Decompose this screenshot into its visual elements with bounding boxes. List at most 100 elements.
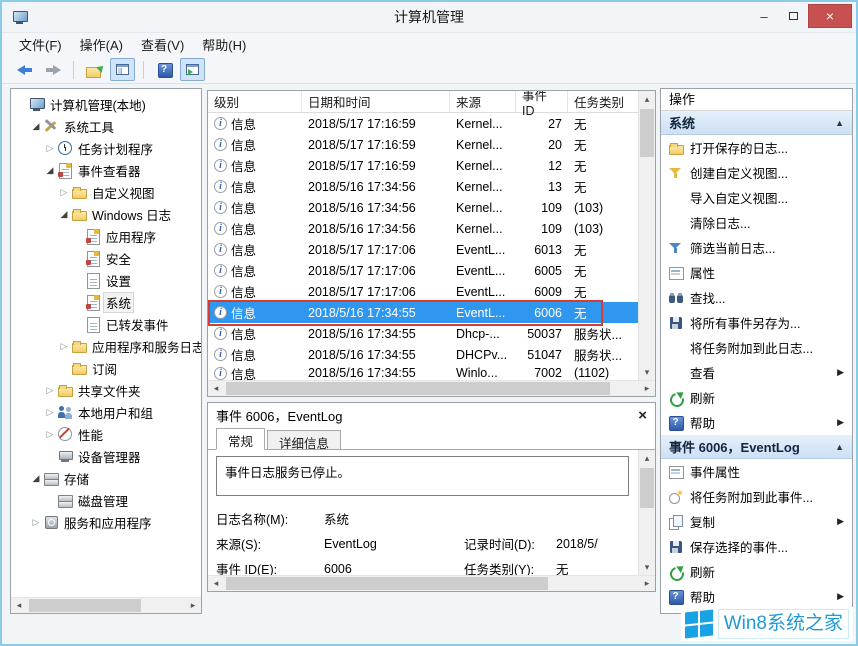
action-item[interactable]: 创建自定义视图...: [661, 160, 852, 185]
event-row[interactable]: 信息 2018/5/17 17:16:59 Kernel... 20 无: [208, 134, 638, 155]
detail-vertical-scrollbar[interactable]: ▴ ▾: [638, 450, 655, 575]
close-button[interactable]: ×: [808, 4, 852, 28]
tree-expander-icon[interactable]: ◢: [57, 207, 71, 221]
event-row[interactable]: 信息 2018/5/16 17:34:55 EventL... 6006 无: [208, 302, 638, 323]
action-item[interactable]: 事件属性: [661, 459, 852, 484]
event-row[interactable]: 信息 2018/5/17 17:17:06 EventL... 6005 无: [208, 260, 638, 281]
show-action-pane-button[interactable]: [180, 58, 205, 81]
show-console-tree-button[interactable]: [110, 58, 135, 81]
event-row[interactable]: 信息 2018/5/16 17:34:55 Dhcp-... 50037 服务状…: [208, 323, 638, 344]
tree-expander-icon[interactable]: ▷: [29, 515, 43, 529]
tree-item[interactable]: ▷ 本地用户和组: [11, 401, 201, 423]
event-row[interactable]: 信息 2018/5/16 17:34:55 DHCPv... 51047 服务状…: [208, 344, 638, 365]
tree-expander-icon[interactable]: ▷: [57, 185, 71, 199]
action-item[interactable]: 查看 ▶: [661, 360, 852, 385]
column-header[interactable]: 任务类别: [568, 91, 638, 112]
event-row[interactable]: 信息 2018/5/17 17:16:59 Kernel... 12 无: [208, 155, 638, 176]
tree-item[interactable]: ◢ 事件查看器: [11, 159, 201, 181]
action-item[interactable]: 刷新: [661, 559, 852, 584]
tree-horizontal-scrollbar[interactable]: ◂ ▸: [11, 597, 201, 613]
tab-details[interactable]: 详细信息: [267, 430, 341, 450]
export-list-button[interactable]: [82, 58, 107, 81]
menu-item[interactable]: 文件(F): [10, 32, 71, 57]
scrollbar-thumb[interactable]: [640, 468, 654, 508]
tree-expander-icon[interactable]: ▷: [43, 383, 57, 397]
scroll-up-icon[interactable]: ▴: [639, 91, 655, 107]
detail-close-icon[interactable]: ×: [638, 408, 647, 423]
event-row[interactable]: 信息 2018/5/16 17:34:55 Winlo... 7002 (110…: [208, 365, 638, 380]
minimize-button[interactable]: –: [750, 5, 778, 27]
scroll-left-icon[interactable]: ◂: [208, 576, 224, 592]
scrollbar-thumb[interactable]: [29, 599, 141, 612]
column-header[interactable]: 来源: [450, 91, 516, 112]
detail-horizontal-scrollbar[interactable]: ◂ ▸: [208, 575, 655, 591]
action-item[interactable]: 将任务附加到此日志...: [661, 335, 852, 360]
tree-item[interactable]: 应用程序: [11, 225, 201, 247]
event-list-horizontal-scrollbar[interactable]: ◂ ▸: [208, 380, 655, 396]
event-row[interactable]: 信息 2018/5/16 17:34:56 Kernel... 109 (103…: [208, 197, 638, 218]
event-list-vertical-scrollbar[interactable]: ▴ ▾: [638, 91, 655, 380]
tree-item[interactable]: ▷ 服务和应用程序: [11, 511, 201, 533]
scroll-up-icon[interactable]: ▴: [639, 450, 655, 466]
action-item[interactable]: 筛选当前日志...: [661, 235, 852, 260]
tab-general[interactable]: 常规: [216, 428, 265, 450]
forward-button[interactable]: [40, 58, 65, 81]
collapse-icon[interactable]: ▲: [835, 118, 844, 128]
scroll-right-icon[interactable]: ▸: [639, 576, 655, 592]
scrollbar-thumb[interactable]: [226, 382, 610, 395]
tree-expander-icon[interactable]: ▷: [43, 427, 57, 441]
action-item[interactable]: 导入自定义视图...: [661, 185, 852, 210]
scroll-right-icon[interactable]: ▸: [185, 598, 201, 614]
tree-item[interactable]: 订阅: [11, 357, 201, 379]
tree-expander-icon[interactable]: ◢: [43, 163, 57, 177]
tree-item[interactable]: ▷ 任务计划程序: [11, 137, 201, 159]
action-item[interactable]: 复制 ▶: [661, 509, 852, 534]
tree-expander-icon[interactable]: ◢: [29, 471, 43, 485]
column-header[interactable]: 日期和时间: [302, 91, 450, 112]
tree-item[interactable]: ▷ 应用程序和服务日志: [11, 335, 201, 357]
event-row[interactable]: 信息 2018/5/17 17:17:06 EventL... 6009 无: [208, 281, 638, 302]
action-item[interactable]: 保存选择的事件...: [661, 534, 852, 559]
tree-item[interactable]: 设备管理器: [11, 445, 201, 467]
tree-item[interactable]: 设置: [11, 269, 201, 291]
tree-expander-icon[interactable]: ◢: [29, 119, 43, 133]
tree-item[interactable]: ▷ 性能: [11, 423, 201, 445]
event-row[interactable]: 信息 2018/5/16 17:34:56 Kernel... 109 (103…: [208, 218, 638, 239]
maximize-button[interactable]: [779, 5, 807, 27]
tree-item[interactable]: ▷ 自定义视图: [11, 181, 201, 203]
column-header[interactable]: 事件 ID: [516, 91, 568, 112]
menu-item[interactable]: 帮助(H): [193, 32, 255, 57]
tree-expander-icon[interactable]: ▷: [43, 141, 57, 155]
scroll-right-icon[interactable]: ▸: [639, 381, 655, 397]
menu-item[interactable]: 查看(V): [132, 32, 193, 57]
tree-item[interactable]: ▷ 共享文件夹: [11, 379, 201, 401]
tree-item[interactable]: 计算机管理(本地): [11, 93, 201, 115]
tree-item[interactable]: ◢ Windows 日志: [11, 203, 201, 225]
action-item[interactable]: 帮助 ▶: [661, 584, 852, 609]
action-item[interactable]: 将所有事件另存为...: [661, 310, 852, 335]
tree-item[interactable]: 系统: [11, 291, 201, 313]
event-row[interactable]: 信息 2018/5/17 17:17:06 EventL... 6013 无: [208, 239, 638, 260]
collapse-icon[interactable]: ▲: [835, 442, 844, 452]
tree-item[interactable]: 安全: [11, 247, 201, 269]
event-row[interactable]: 信息 2018/5/17 17:16:59 Kernel... 27 无: [208, 113, 638, 134]
scroll-down-icon[interactable]: ▾: [639, 364, 655, 380]
scrollbar-thumb[interactable]: [640, 109, 654, 157]
tree-item[interactable]: 已转发事件: [11, 313, 201, 335]
column-header[interactable]: 级别: [208, 91, 302, 112]
help-button[interactable]: [152, 58, 177, 81]
action-item[interactable]: 将任务附加到此事件...: [661, 484, 852, 509]
action-item[interactable]: 打开保存的日志...: [661, 135, 852, 160]
action-item[interactable]: 查找...: [661, 285, 852, 310]
scroll-left-icon[interactable]: ◂: [208, 381, 224, 397]
tree-item[interactable]: ◢ 存储: [11, 467, 201, 489]
scroll-left-icon[interactable]: ◂: [11, 598, 27, 614]
action-item[interactable]: 清除日志...: [661, 210, 852, 235]
actions-section-event[interactable]: 事件 6006，EventLog ▲: [661, 435, 852, 459]
menu-item[interactable]: 操作(A): [71, 32, 132, 57]
scroll-down-icon[interactable]: ▾: [639, 559, 655, 575]
scrollbar-thumb[interactable]: [226, 577, 548, 590]
tree-expander-icon[interactable]: ▷: [43, 405, 57, 419]
tree-expander-icon[interactable]: ▷: [57, 339, 71, 353]
tree-item[interactable]: 磁盘管理: [11, 489, 201, 511]
